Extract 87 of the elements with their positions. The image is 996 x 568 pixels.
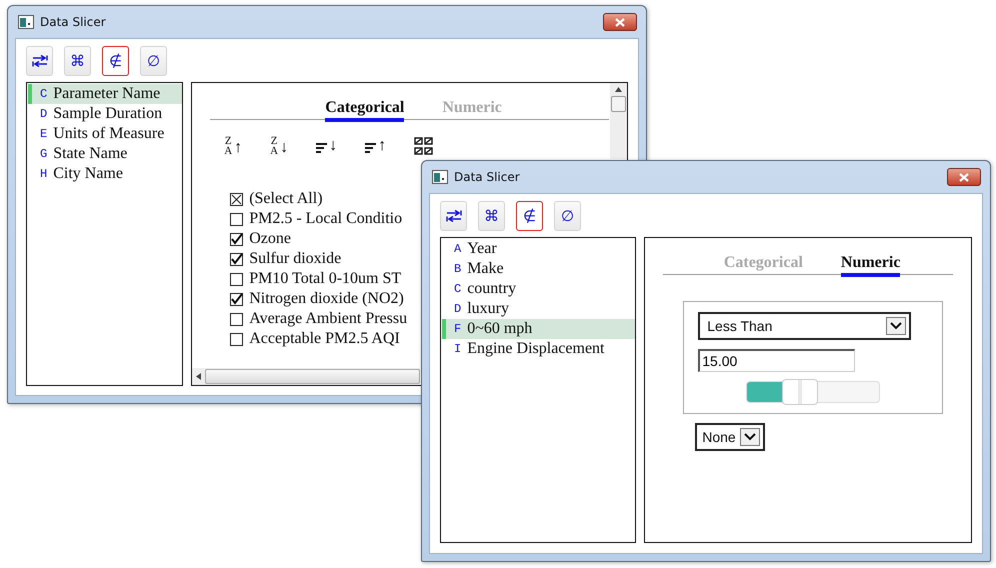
checkbox[interactable]	[230, 272, 244, 286]
dropdown-icon	[886, 317, 906, 335]
close-button[interactable]	[947, 168, 981, 186]
toolbar-button[interactable]: ∉	[102, 46, 129, 76]
checkbox[interactable]	[230, 332, 244, 346]
slider[interactable]	[746, 381, 880, 403]
field-name: State Name	[53, 145, 128, 163]
field-item[interactable]: D Sample Duration	[28, 104, 182, 124]
bars-icon	[365, 142, 376, 154]
field-code: A	[454, 242, 462, 256]
vertical-scrollbar[interactable]	[610, 83, 627, 159]
toolbar-button[interactable]: ∅	[554, 201, 581, 231]
toolbar-button[interactable]: ⌘	[478, 201, 505, 231]
slider-thumb[interactable]	[782, 379, 818, 405]
checkbox[interactable]	[230, 232, 244, 246]
value-checkbox[interactable]: Ozone	[230, 229, 408, 249]
operator-dropdown[interactable]: Less Than	[698, 312, 912, 340]
field-name: 0~60 mph	[467, 320, 532, 338]
field-item[interactable]: H City Name	[28, 164, 182, 184]
scroll-left-icon[interactable]	[196, 373, 202, 380]
value-checkbox[interactable]: Nitrogen dioxide (NO2)	[230, 289, 408, 309]
sort-button[interactable]: ↑	[365, 138, 386, 154]
field-item[interactable]: C country	[442, 279, 636, 299]
field-code: I	[454, 342, 462, 356]
window-title: Data Slicer	[40, 15, 107, 29]
toolbar-button[interactable]	[26, 46, 53, 76]
toolbar-button[interactable]: ⌘	[64, 46, 91, 76]
checkbox[interactable]	[230, 292, 244, 306]
app-icon	[432, 170, 448, 184]
tab[interactable]: Numeric	[840, 254, 900, 277]
checkbox[interactable]	[230, 212, 244, 226]
dropdown-icon	[740, 428, 760, 446]
toolbar-button[interactable]: ∉	[516, 201, 543, 231]
value-checkbox[interactable]: Sulfur dioxide	[230, 249, 408, 269]
field-name: Parameter Name	[53, 85, 160, 103]
app-icon	[18, 15, 34, 29]
field-item[interactable]: B Make	[442, 259, 636, 279]
field-name: Sample Duration	[53, 105, 162, 123]
checkbox[interactable]	[230, 192, 244, 206]
field-name: country	[467, 280, 516, 298]
combine-dropdown[interactable]: None	[695, 423, 766, 451]
value-checkbox[interactable]: (Select All)	[230, 189, 408, 209]
field-code: F	[454, 322, 462, 336]
horizontal-scrollbar[interactable]	[192, 368, 420, 385]
close-icon	[615, 18, 625, 26]
bars-icon	[316, 142, 328, 154]
field-code: C	[40, 87, 48, 101]
scroll-up-icon[interactable]	[615, 87, 622, 92]
value-checkbox[interactable]: PM10 Total 0-10um ST	[230, 269, 408, 289]
checkbox[interactable]	[230, 252, 244, 266]
field-code: C	[454, 282, 462, 296]
window-title: Data Slicer	[454, 170, 521, 184]
field-item[interactable]: G State Name	[28, 144, 182, 164]
checkbox[interactable]	[230, 312, 244, 326]
field-code: E	[40, 127, 48, 141]
value-field[interactable]: 15.00	[698, 349, 856, 372]
value-checkbox[interactable]: PM2.5 - Local Conditio	[230, 209, 408, 229]
toolbar-button[interactable]	[440, 201, 467, 231]
tab[interactable]: Categorical	[325, 99, 404, 122]
toolbar-button[interactable]: ∅	[140, 46, 167, 76]
swap-icon	[32, 55, 48, 67]
field-code: D	[454, 302, 462, 316]
field-item[interactable]: E Units of Measure	[28, 124, 182, 144]
checkbox-grid-icon[interactable]	[414, 137, 434, 155]
value-checkbox[interactable]: Acceptable PM2.5 AQI	[230, 329, 408, 349]
field-name: Make	[467, 260, 504, 278]
field-item[interactable]: C Parameter Name	[28, 84, 182, 104]
field-name: City Name	[53, 165, 123, 183]
field-name: Year	[467, 240, 497, 258]
close-button[interactable]	[603, 13, 637, 31]
field-code: D	[40, 107, 48, 121]
scroll-thumb[interactable]	[205, 369, 420, 384]
field-name: Units of Measure	[53, 125, 164, 143]
field-code: G	[40, 147, 48, 161]
field-item[interactable]: D luxury	[442, 299, 636, 319]
field-item[interactable]: F 0~60 mph	[442, 319, 636, 339]
swap-icon	[446, 210, 462, 222]
value-checkbox[interactable]: Average Ambient Pressu	[230, 309, 408, 329]
sort-button[interactable]: ↓	[316, 138, 338, 154]
close-icon	[959, 172, 969, 182]
scroll-thumb[interactable]	[611, 96, 626, 112]
field-item[interactable]: I Engine Displacement	[442, 339, 636, 359]
field-name: luxury	[467, 300, 509, 318]
field-code: H	[40, 167, 48, 181]
field-item[interactable]: A Year	[442, 239, 636, 259]
field-name: Engine Displacement	[467, 340, 604, 358]
field-code: B	[454, 262, 462, 276]
